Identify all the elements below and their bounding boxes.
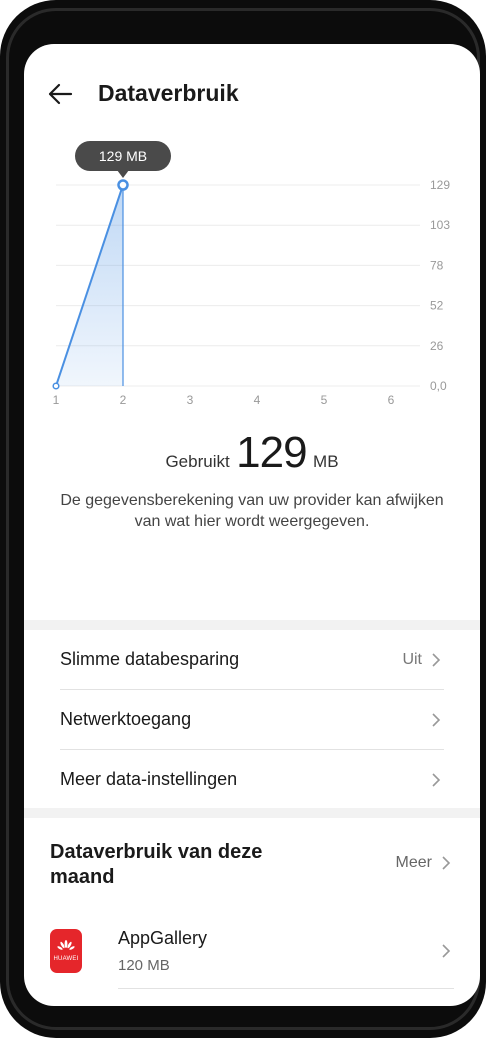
setting-value-group xyxy=(428,772,444,788)
x-tick-label: 4 xyxy=(254,393,261,407)
app-data-size: 120 MB xyxy=(118,957,170,974)
screen: Dataverbruik 0,0 26 52 78 103 129 1 2 3 4 5 6 129 MB… xyxy=(24,44,480,1006)
y-tick-label: 129 xyxy=(430,178,450,192)
setting-value: Uit xyxy=(402,650,422,668)
usage-chart: 0,0 26 52 78 103 129 1 2 3 4 5 6 129 MB xyxy=(52,141,450,407)
setting-value-group: Uit xyxy=(402,651,444,669)
y-tick-label: 0,0 xyxy=(430,379,447,393)
chevron-right-icon xyxy=(432,772,441,787)
usage-unit: MB xyxy=(313,452,339,471)
app-icon-brand: HUAWEI xyxy=(53,956,79,962)
data-point xyxy=(52,382,60,390)
huawei-logo-icon xyxy=(57,940,75,950)
y-tick-label: 52 xyxy=(430,299,444,313)
section-divider xyxy=(24,620,480,630)
usage-label: Gebruikt xyxy=(165,452,230,471)
tooltip-pointer xyxy=(117,170,129,178)
usage-summary: Gebruikt 129 MB xyxy=(24,428,480,478)
chevron-right-icon xyxy=(442,944,451,958)
monthly-usage-header: Dataverbruik van deze maand Meer xyxy=(50,840,454,890)
app-header: Dataverbruik xyxy=(24,44,480,144)
list-divider xyxy=(118,988,454,989)
provider-note: De gegevensberekening van uw provider ka… xyxy=(60,492,444,530)
back-button[interactable] xyxy=(44,78,76,110)
setting-label: Netwerktoegang xyxy=(60,709,192,729)
y-tick-label: 26 xyxy=(430,339,444,353)
setting-smart-data-saver[interactable]: Slimme databesparing Uit xyxy=(60,630,444,690)
data-point xyxy=(117,179,129,191)
x-tick-label: 5 xyxy=(321,393,328,407)
tooltip-label: 129 MB xyxy=(99,148,147,164)
setting-more-data-settings[interactable]: Meer data-instellingen xyxy=(60,750,444,809)
monthly-usage-title: Dataverbruik van deze maand xyxy=(50,841,263,888)
more-link[interactable]: Meer xyxy=(396,854,454,872)
setting-label: Slimme databesparing xyxy=(60,649,240,669)
chevron-right-icon xyxy=(442,856,451,870)
app-name: AppGallery xyxy=(118,928,208,948)
usage-value: 129 xyxy=(236,428,307,477)
chevron-right-icon xyxy=(432,712,441,727)
x-tick-label: 6 xyxy=(388,393,395,407)
back-arrow-icon xyxy=(48,83,73,105)
x-tick-label: 1 xyxy=(53,393,60,407)
y-tick-label: 78 xyxy=(430,258,444,272)
app-usage-row[interactable]: HUAWEI AppGallery 120 MB xyxy=(50,916,454,986)
settings-list: Slimme databesparing Uit Netwerktoegang … xyxy=(24,630,480,809)
y-tick-label: 103 xyxy=(430,218,450,232)
app-text: AppGallery 120 MB xyxy=(118,928,438,974)
setting-network-access[interactable]: Netwerktoegang xyxy=(60,690,444,750)
phone-frame: Dataverbruik 0,0 26 52 78 103 129 1 2 3 4 5 6 129 MB… xyxy=(0,0,486,1038)
appgallery-icon: HUAWEI xyxy=(50,929,82,973)
x-tick-label: 3 xyxy=(187,393,194,407)
chevron-right-icon xyxy=(432,652,441,667)
more-label: Meer xyxy=(395,854,432,871)
x-tick-label: 2 xyxy=(120,393,127,407)
section-divider xyxy=(24,808,480,818)
setting-value-group xyxy=(428,712,444,728)
page-title: Dataverbruik xyxy=(98,80,239,106)
setting-label: Meer data-instellingen xyxy=(60,769,238,789)
